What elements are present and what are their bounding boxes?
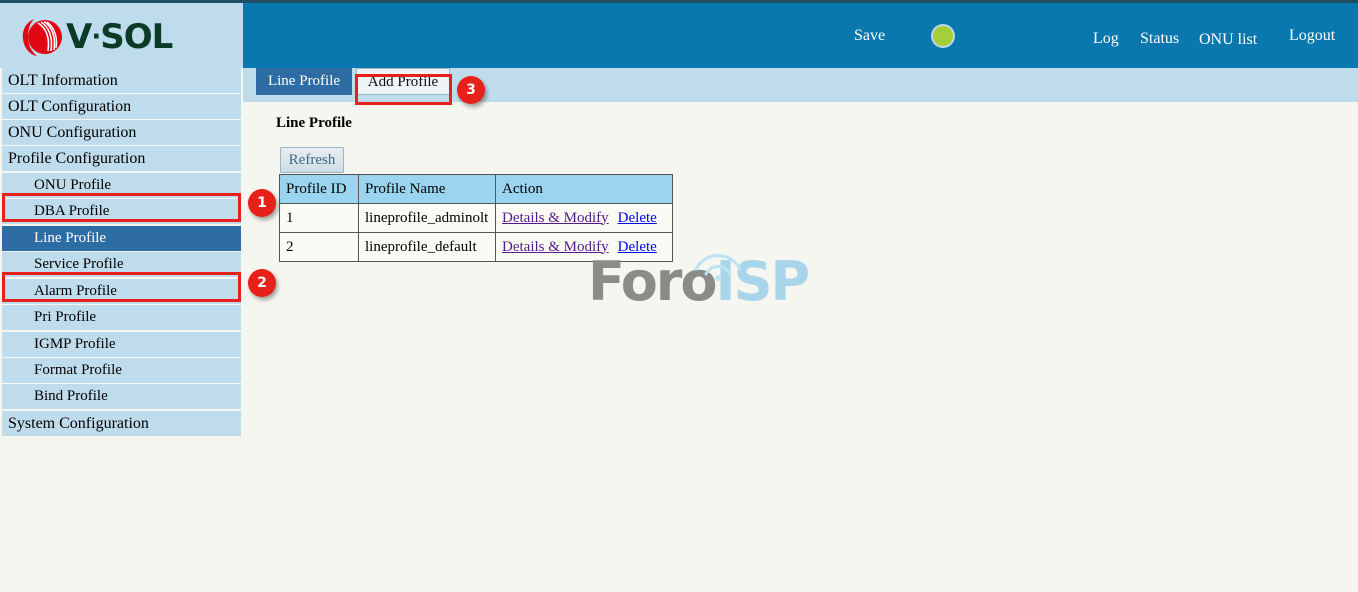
status-indicator-dot-icon: [933, 26, 953, 46]
tab-strip: Line Profile Add Profile: [243, 68, 1358, 102]
top-header-bar: Save Log Status ONU list Logout: [243, 3, 1358, 68]
cell-profile-id: 1: [280, 204, 359, 233]
sidebar-item-profile-configuration[interactable]: Profile Configuration: [2, 146, 241, 171]
header-link-save[interactable]: Save: [854, 27, 885, 45]
sidebar-item-line-profile[interactable]: Line Profile: [2, 226, 241, 251]
cell-profile-name: lineprofile_default: [359, 233, 496, 262]
table-header-row: Profile ID Profile Name Action: [280, 175, 673, 204]
sidebar-item-olt-configuration[interactable]: OLT Configuration: [2, 94, 241, 119]
cell-action: Details & Modify Delete: [496, 204, 673, 233]
brand-wordmark: V·SOL: [66, 19, 172, 55]
tab-line-profile[interactable]: Line Profile: [256, 68, 352, 95]
header-link-logout[interactable]: Logout: [1289, 27, 1335, 45]
logo-area: V·SOL: [0, 3, 243, 68]
watermark-wifi-arc-icon: [688, 247, 748, 283]
sidebar-item-system-configuration[interactable]: System Configuration: [2, 411, 241, 436]
sidebar-item-service-profile[interactable]: Service Profile: [2, 252, 241, 277]
sidebar-item-dba-profile[interactable]: DBA Profile: [2, 199, 241, 224]
sidebar-item-alarm-profile[interactable]: Alarm Profile: [2, 279, 241, 304]
cell-profile-id: 2: [280, 233, 359, 262]
header-link-log[interactable]: Log: [1093, 30, 1119, 48]
sidebar-navigation: OLT Information OLT Configuration ONU Co…: [0, 68, 243, 492]
sidebar-item-onu-profile[interactable]: ONU Profile: [2, 173, 241, 198]
column-header-action: Action: [496, 175, 673, 204]
tab-add-profile[interactable]: Add Profile: [356, 68, 450, 95]
details-modify-link[interactable]: Details & Modify: [502, 239, 609, 255]
page-title: Line Profile: [276, 115, 352, 132]
sidebar-item-pri-profile[interactable]: Pri Profile: [2, 305, 241, 330]
line-profile-table: Profile ID Profile Name Action 1 linepro…: [279, 174, 673, 262]
column-header-profile-name: Profile Name: [359, 175, 496, 204]
table-row: 2 lineprofile_default Details & ModifyDe…: [280, 233, 673, 262]
annotation-badge-3: 3: [457, 76, 485, 104]
details-modify-link[interactable]: Details & Modify: [502, 210, 609, 226]
refresh-button[interactable]: Refresh: [280, 147, 344, 173]
vsol-sphere-logo-icon: [20, 15, 64, 59]
sidebar-item-format-profile[interactable]: Format Profile: [2, 358, 241, 383]
annotation-badge-1: 1: [248, 189, 276, 217]
delete-link[interactable]: Delete: [618, 239, 657, 255]
brand-separator-dot: ·: [91, 22, 100, 52]
header-link-status[interactable]: Status: [1140, 30, 1179, 48]
main-content: Line Profile Refresh Profile ID Profile …: [243, 102, 1358, 592]
cell-profile-name: lineprofile_adminolt: [359, 204, 496, 233]
sidebar-item-onu-configuration[interactable]: ONU Configuration: [2, 120, 241, 145]
delete-link[interactable]: Delete: [618, 210, 657, 226]
sidebar-item-bind-profile[interactable]: Bind Profile: [2, 384, 241, 409]
sidebar-item-olt-information[interactable]: OLT Information: [2, 68, 241, 93]
cell-action: Details & Modify Delete: [496, 233, 673, 262]
table-row: 1 lineprofile_adminolt Details & ModifyD…: [280, 204, 673, 233]
brand-v: V: [66, 17, 91, 57]
header-link-onu-list[interactable]: ONU list: [1199, 31, 1257, 49]
annotation-badge-2: 2: [248, 269, 276, 297]
brand-sol: SOL: [100, 17, 172, 57]
column-header-profile-id: Profile ID: [280, 175, 359, 204]
sidebar-item-igmp-profile[interactable]: IGMP Profile: [2, 332, 241, 357]
